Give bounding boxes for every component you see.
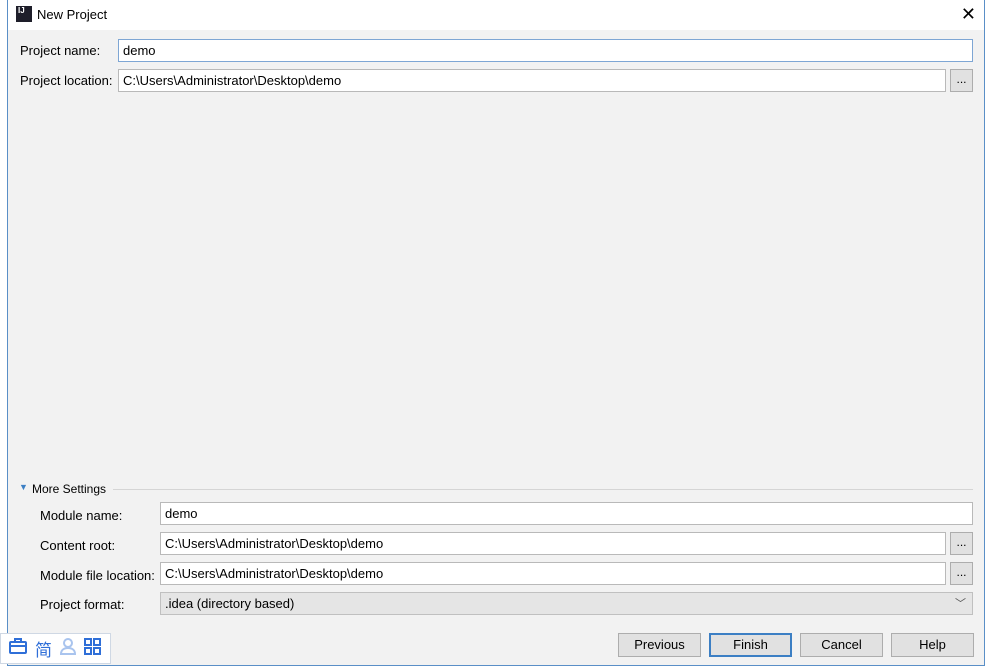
close-icon[interactable]: ✕	[961, 4, 976, 25]
user-icon[interactable]	[59, 637, 77, 660]
floating-toolbar: 简	[0, 633, 111, 664]
grid-icon[interactable]	[84, 637, 101, 660]
project-name-input[interactable]: demo	[118, 39, 973, 62]
module-name-label: Module name:	[40, 508, 123, 523]
previous-button[interactable]: Previous	[618, 633, 701, 657]
project-format-select[interactable]: .idea (directory based) ﹀	[160, 592, 973, 615]
collapse-triangle-icon[interactable]: ▼	[19, 482, 28, 492]
module-file-location-input[interactable]: C:\Users\Administrator\Desktop\demo	[160, 562, 946, 585]
divider	[113, 489, 973, 490]
project-location-label: Project location:	[20, 73, 113, 88]
browse-module-file-button[interactable]: ...	[950, 562, 973, 585]
browse-location-button[interactable]: ...	[950, 69, 973, 92]
module-file-location-label: Module file location:	[40, 568, 155, 583]
help-button[interactable]: Help	[891, 633, 974, 657]
project-location-input[interactable]: C:\Users\Administrator\Desktop\demo	[118, 69, 946, 92]
new-project-dialog: IJ New Project ✕ Project name: demo Proj…	[7, 0, 985, 666]
briefcase-icon[interactable]	[9, 638, 27, 659]
browse-content-root-button[interactable]: ...	[950, 532, 973, 555]
dialog-title: New Project	[37, 7, 108, 22]
title-bar: IJ New Project ✕	[8, 0, 984, 30]
module-name-input[interactable]: demo	[160, 502, 973, 525]
chevron-down-icon: ﹀	[955, 598, 966, 610]
project-name-label: Project name:	[20, 43, 101, 58]
finish-button[interactable]: Finish	[709, 633, 792, 657]
simplified-chinese-icon[interactable]: 简	[35, 636, 52, 661]
cancel-button[interactable]: Cancel	[800, 633, 883, 657]
more-settings-toggle[interactable]: More Settings	[32, 482, 106, 496]
content-root-label: Content root:	[40, 538, 116, 553]
intellij-logo-icon: IJ	[16, 6, 32, 22]
project-format-value: .idea (directory based)	[165, 596, 295, 611]
content-root-input[interactable]: C:\Users\Administrator\Desktop\demo	[160, 532, 946, 555]
project-format-label: Project format:	[40, 597, 125, 612]
